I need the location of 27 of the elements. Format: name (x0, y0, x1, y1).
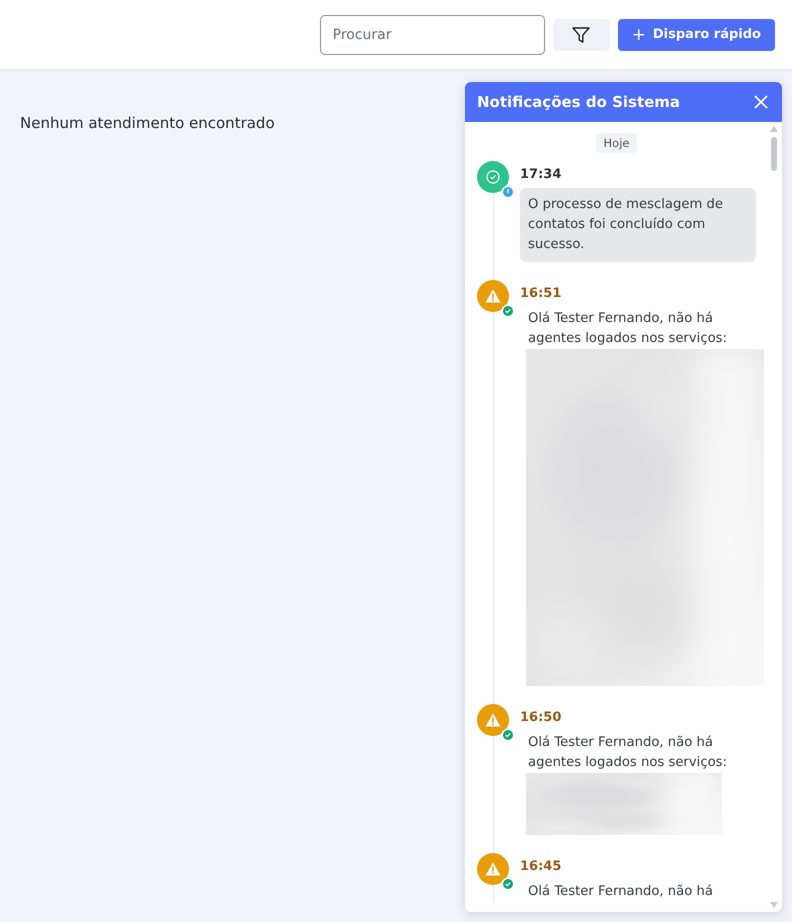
search-field[interactable]: Procurar (320, 14, 545, 54)
notification-time: 17:34 (520, 167, 562, 182)
check-circle-icon (486, 170, 500, 184)
warning-icon (485, 289, 501, 303)
filter-button[interactable] (552, 18, 610, 50)
panel-title: Notificações do Sistema (477, 93, 680, 111)
warning-icon (485, 862, 501, 876)
notification-time: 16:45 (520, 859, 562, 874)
check-badge-icon (501, 304, 515, 318)
date-chip: Hoje (596, 133, 638, 153)
notification-time: 16:51 (520, 286, 562, 301)
scroll-up-icon[interactable] (770, 126, 778, 132)
empty-message: Nenhum atendimento encontrado (20, 114, 275, 132)
check-badge-icon (501, 877, 515, 891)
scroll-down-icon[interactable] (770, 902, 778, 908)
notification-time: 16:50 (520, 710, 562, 725)
check-badge-icon (501, 728, 515, 742)
notification-message: Olá Tester Fernando, não há agentes logados nos serviços: (527, 734, 728, 772)
notification-message: O processo de mesclagem de contatos foi concluído com sucesso. (520, 188, 756, 262)
close-button[interactable] (754, 95, 768, 109)
warning-icon (485, 713, 501, 727)
filter-icon (571, 24, 592, 44)
info-badge-icon (501, 185, 515, 199)
quick-send-button[interactable]: + Disparo rápido (618, 18, 775, 50)
notification-message: Olá Tester Fernando, não há (527, 883, 714, 901)
notification-message: Olá Tester Fernando, não há agentes logados nos serviços: (527, 310, 728, 348)
scroll-thumb[interactable] (771, 137, 777, 171)
